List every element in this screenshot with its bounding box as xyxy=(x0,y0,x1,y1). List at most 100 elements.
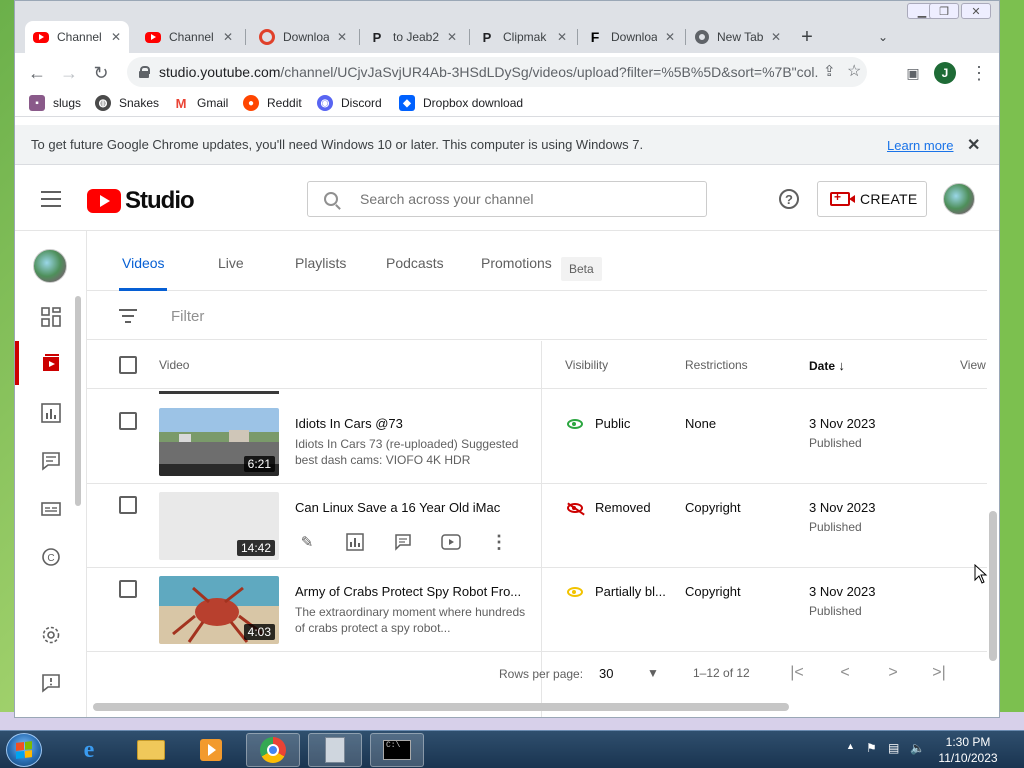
create-button[interactable]: CREATE xyxy=(817,181,927,217)
content-icon[interactable] xyxy=(41,353,61,373)
command-prompt-icon[interactable]: C:\ xyxy=(370,733,424,767)
feedback-icon[interactable] xyxy=(41,673,61,693)
file-explorer-icon[interactable] xyxy=(124,733,178,767)
analytics-icon[interactable] xyxy=(343,530,367,554)
filter-bar[interactable]: Filter xyxy=(87,292,987,340)
video-thumbnail[interactable]: 6:21 xyxy=(159,408,279,476)
tab-videos[interactable]: Videos xyxy=(122,255,165,271)
network-icon[interactable]: ▤ xyxy=(888,741,899,755)
internet-explorer-icon[interactable]: e xyxy=(62,733,116,767)
close-icon[interactable]: ✕ xyxy=(771,30,781,44)
video-thumbnail[interactable]: 4:03 xyxy=(159,576,279,644)
row-checkbox[interactable] xyxy=(119,580,137,598)
bookmark-reddit[interactable]: ● Reddit xyxy=(243,95,302,111)
row-checkbox[interactable] xyxy=(119,412,137,430)
dashboard-icon[interactable] xyxy=(41,307,61,327)
row-checkbox[interactable] xyxy=(119,496,137,514)
start-button[interactable] xyxy=(6,733,42,767)
back-arrow-icon[interactable]: ← xyxy=(25,61,49,85)
show-hidden-icons-icon[interactable]: ▲ xyxy=(846,741,855,751)
table-row[interactable]: 6:21 Idiots In Cars @73 Idiots In Cars 7… xyxy=(87,400,987,484)
restrictions-value[interactable]: Copyright xyxy=(685,500,741,515)
more-options-icon[interactable]: ⋮ xyxy=(487,530,511,554)
video-title[interactable]: Can Linux Save a 16 Year Old iMac xyxy=(295,500,525,515)
close-icon[interactable]: ✕ xyxy=(967,135,980,155)
close-window-button[interactable]: ✕ xyxy=(961,3,991,19)
share-icon[interactable]: ⇪ xyxy=(823,62,836,80)
first-page-icon[interactable]: |< xyxy=(785,661,809,685)
close-icon[interactable]: ✕ xyxy=(557,30,567,44)
dropdown-arrow-icon[interactable]: ▼ xyxy=(641,661,665,685)
bookmark-snakes[interactable]: ◍ Snakes xyxy=(95,95,159,111)
help-icon[interactable]: ? xyxy=(779,189,799,209)
settings-gear-icon[interactable] xyxy=(41,625,61,645)
comments-icon[interactable] xyxy=(391,530,415,554)
comments-icon[interactable] xyxy=(41,451,61,471)
maximize-button[interactable]: ❐ xyxy=(929,3,959,19)
close-icon[interactable]: ✕ xyxy=(337,30,347,44)
tab-download-1[interactable]: Download ✕ xyxy=(251,23,355,51)
bookmark-gmail[interactable]: M Gmail xyxy=(173,95,228,111)
search-input[interactable] xyxy=(360,191,680,207)
last-page-icon[interactable]: >| xyxy=(927,661,951,685)
side-panel-icon[interactable]: ▣ xyxy=(901,61,925,85)
address-bar[interactable]: studio.youtube.com/channel/UCjvJaSvjUR4A… xyxy=(127,57,867,87)
tab-channel-1[interactable]: Channel ✕ xyxy=(25,21,129,53)
select-all-checkbox[interactable] xyxy=(119,356,137,374)
chrome-taskbar-icon[interactable] xyxy=(246,733,300,767)
bookmark-dropbox[interactable]: ◆ Dropbox download xyxy=(399,95,523,111)
close-icon[interactable]: ✕ xyxy=(665,30,675,44)
forward-arrow-icon[interactable]: → xyxy=(57,61,81,85)
new-tab-plus-icon[interactable]: + xyxy=(795,25,819,49)
menu-icon[interactable] xyxy=(41,191,61,207)
action-center-flag-icon[interactable]: ⚑ xyxy=(866,741,877,755)
bookmark-discord[interactable]: ◉ Discord xyxy=(317,95,382,111)
previous-page-icon[interactable]: < xyxy=(833,661,857,685)
close-icon[interactable]: ✕ xyxy=(447,30,457,44)
edit-pencil-icon[interactable]: ✎ xyxy=(295,530,319,554)
close-icon[interactable]: ✕ xyxy=(111,30,121,44)
system-clock[interactable]: 1:30 PM 11/10/2023 xyxy=(930,734,1006,766)
tab-new-tab[interactable]: New Tab ✕ xyxy=(687,23,791,51)
tab-live[interactable]: Live xyxy=(218,255,244,271)
column-views[interactable]: View xyxy=(960,358,986,372)
filter-input[interactable]: Filter xyxy=(171,308,204,325)
tab-to-jeab2[interactable]: P to Jeab2 ✕ xyxy=(361,23,465,51)
visibility-cell[interactable]: Partially bl... xyxy=(567,584,666,599)
analytics-icon[interactable] xyxy=(41,403,61,423)
sidebar-scrollbar[interactable] xyxy=(75,296,81,506)
visibility-cell[interactable]: Removed xyxy=(567,500,651,515)
vertical-scrollbar[interactable] xyxy=(989,511,997,661)
learn-more-link[interactable]: Learn more xyxy=(887,138,953,153)
table-row[interactable]: 4:03 Army of Crabs Protect Spy Robot Fro… xyxy=(87,568,987,652)
bookmark-star-icon[interactable]: ☆ xyxy=(847,61,861,81)
volume-icon[interactable]: 🔈 xyxy=(910,741,925,755)
tab-search-chevron-icon[interactable]: ⌄ xyxy=(871,25,895,49)
column-date[interactable]: Date ↓ xyxy=(809,358,845,373)
sidebar-channel-avatar[interactable] xyxy=(33,249,67,283)
subtitles-icon[interactable] xyxy=(41,499,61,519)
tab-download-2[interactable]: F Download ✕ xyxy=(579,23,683,51)
video-thumbnail[interactable]: 14:42 xyxy=(159,492,279,560)
tab-podcasts[interactable]: Podcasts xyxy=(386,255,444,271)
channel-search[interactable] xyxy=(307,181,707,217)
copyright-icon[interactable]: C xyxy=(41,547,61,567)
video-title[interactable]: Idiots In Cars @73 xyxy=(295,416,525,431)
profile-avatar[interactable]: J xyxy=(933,61,957,85)
youtube-play-icon[interactable] xyxy=(439,530,463,554)
tab-playlists[interactable]: Playlists xyxy=(295,255,346,271)
channel-avatar[interactable] xyxy=(943,183,975,215)
filter-icon[interactable] xyxy=(119,309,137,323)
reload-icon[interactable]: ↻ xyxy=(89,61,113,85)
media-player-icon[interactable] xyxy=(184,733,238,767)
next-page-icon[interactable]: > xyxy=(881,661,905,685)
restrictions-value[interactable]: Copyright xyxy=(685,584,741,599)
bookmark-slugs[interactable]: ▪ slugs xyxy=(29,95,81,111)
tab-channel-2[interactable]: Channel ✕ xyxy=(137,23,241,51)
server-app-icon[interactable] xyxy=(308,733,362,767)
rows-per-page-select[interactable]: 30 xyxy=(599,666,613,681)
close-icon[interactable]: ✕ xyxy=(223,30,233,44)
column-restrictions[interactable]: Restrictions xyxy=(685,358,748,372)
video-title[interactable]: Army of Crabs Protect Spy Robot Fro... xyxy=(295,584,525,599)
table-row[interactable]: 14:42 Can Linux Save a 16 Year Old iMac … xyxy=(87,484,987,568)
